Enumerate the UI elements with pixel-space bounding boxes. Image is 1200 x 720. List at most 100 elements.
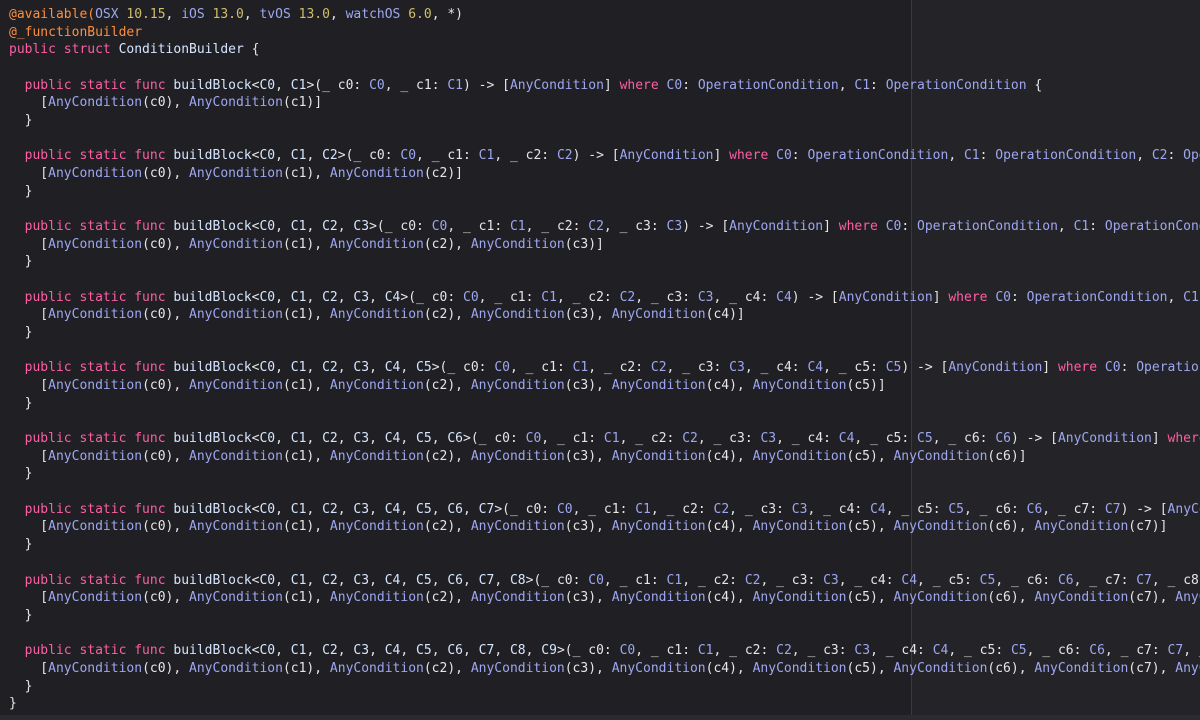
code-token-decl: buildBlock	[173, 501, 252, 517]
code-token-plain: (c1),	[282, 378, 330, 394]
code-line[interactable]: }	[9, 536, 1200, 554]
code-token-type: C0	[666, 77, 683, 93]
code-token-type: AnyCondition	[893, 660, 988, 676]
code-editor[interactable]: @available(OSX 10.15, iOS 13.0, tvOS 13.…	[0, 0, 1200, 720]
code-line[interactable]: public static func buildBlock<C0, C1>(_ …	[9, 77, 1200, 95]
code-token-type: AnyCondition	[893, 590, 988, 606]
source-code[interactable]: @available(OSX 10.15, iOS 13.0, tvOS 13.…	[9, 6, 1200, 713]
code-token-type: AnyCondition	[509, 77, 604, 93]
code-line[interactable]: public struct ConditionBuilder {	[9, 41, 1200, 59]
code-token-plain: ,	[431, 572, 448, 588]
code-token-decl: C3	[353, 643, 370, 659]
code-line[interactable]	[9, 200, 1200, 218]
code-token-type: C2	[1151, 148, 1168, 164]
code-line[interactable]: }	[9, 183, 1200, 201]
code-line[interactable]: public static func buildBlock<C0, C1, C2…	[9, 572, 1200, 590]
code-line[interactable]: public static func buildBlock<C0, C1, C2…	[9, 147, 1200, 165]
code-token-plain: [	[9, 236, 49, 252]
code-line[interactable]: public static func buildBlock<C0, C1, C2…	[9, 501, 1200, 519]
code-token-plain: ,	[463, 643, 479, 659]
code-token-decl: C5	[416, 501, 432, 517]
code-line[interactable]: }	[9, 678, 1200, 696]
code-line[interactable]: }	[9, 324, 1200, 342]
code-line[interactable]: [AnyCondition(c0), AnyCondition(c1), Any…	[9, 660, 1200, 678]
code-token-plain: ,	[275, 77, 291, 93]
code-token-plain: {	[1026, 77, 1043, 93]
code-token-plain: , _ c1:	[541, 431, 604, 447]
code-token-decl: ConditionBuilder	[118, 42, 244, 58]
code-line[interactable]	[9, 59, 1200, 77]
code-line[interactable]	[9, 625, 1200, 643]
code-line[interactable]: public static func buildBlock<C0, C1, C2…	[9, 289, 1200, 307]
code-token-decl: C3	[353, 360, 370, 376]
code-token-plain: (c3)]	[564, 236, 604, 252]
code-token-type: C0	[463, 289, 479, 305]
code-token-plain: , _ c2:	[525, 219, 589, 235]
code-line[interactable]: public static func buildBlock<C0, C1, C2…	[9, 218, 1200, 236]
code-line[interactable]	[9, 130, 1200, 148]
code-line[interactable]: @available(OSX 10.15, iOS 13.0, tvOS 13.…	[9, 6, 1200, 24]
code-line[interactable]	[9, 412, 1200, 430]
code-token-plain: ) -> [	[682, 219, 730, 235]
code-line[interactable]: [AnyCondition(c0), AnyCondition(c1), Any…	[9, 306, 1200, 324]
code-line[interactable]: [AnyCondition(c0), AnyCondition(c1)]	[9, 94, 1200, 112]
code-token-decl: C0	[259, 219, 276, 235]
code-line[interactable]: }	[9, 112, 1200, 130]
code-token-type: AnyCondition	[611, 660, 706, 676]
code-line[interactable]: public static func buildBlock<C0, C1, C2…	[9, 642, 1200, 660]
code-token-type: AnyCondition	[470, 378, 565, 394]
code-token-plain: (c5),	[846, 660, 894, 676]
code-token-plain: [	[9, 448, 49, 464]
code-token-plain: , _ c2:	[494, 148, 557, 164]
code-token-plain: (c1),	[282, 519, 330, 535]
code-token-type: AnyCondition	[48, 519, 143, 535]
code-token-plain: ,	[431, 643, 448, 659]
code-token-plain: , _ c5:	[948, 643, 1011, 659]
code-token-decl: C0	[259, 643, 276, 659]
code-token-type: OperationCondition	[917, 219, 1058, 235]
code-token-plain: , _ c7:	[1042, 501, 1105, 517]
code-line[interactable]: }	[9, 465, 1200, 483]
code-token-type: C1	[603, 431, 620, 447]
code-line[interactable]: [AnyCondition(c0), AnyCondition(c1), Any…	[9, 165, 1200, 183]
code-line[interactable]: @_functionBuilder	[9, 24, 1200, 42]
code-line[interactable]	[9, 554, 1200, 572]
code-token-type: C0	[885, 219, 902, 235]
code-token-type: C0	[1104, 360, 1121, 376]
code-token-plain: ,	[400, 643, 417, 659]
code-line[interactable]: [AnyCondition(c0), AnyCondition(c1), Any…	[9, 448, 1200, 466]
code-token-plain: (c5),	[846, 519, 894, 535]
code-token-plain: }	[9, 678, 33, 694]
code-line[interactable]: }	[9, 695, 1200, 713]
code-token-plain: , _ c5:	[885, 501, 949, 517]
code-token-type: AnyCondition	[189, 590, 283, 606]
code-line[interactable]: [AnyCondition(c0), AnyCondition(c1), Any…	[9, 377, 1200, 395]
code-token-plain: ,	[369, 572, 385, 588]
code-line[interactable]	[9, 342, 1200, 360]
code-line[interactable]: }	[9, 607, 1200, 625]
code-token-plain: ) -> [	[791, 289, 839, 305]
code-line[interactable]: public static func buildBlock<C0, C1, C2…	[9, 430, 1200, 448]
code-token-type: AnyCondition	[48, 590, 143, 606]
code-token-decl: buildBlock	[173, 572, 252, 588]
code-token-type: Operatio	[1183, 148, 1200, 164]
code-line[interactable]: public static func buildBlock<C0, C1, C2…	[9, 359, 1200, 377]
code-token-type: C1	[509, 219, 526, 235]
horizontal-scrollbar[interactable]	[0, 715, 1200, 720]
code-token-plain: ,	[463, 572, 479, 588]
code-line[interactable]: }	[9, 395, 1200, 413]
code-token-type: C6	[1057, 572, 1074, 588]
code-line[interactable]	[9, 483, 1200, 501]
code-line[interactable]: }	[9, 253, 1200, 271]
code-line[interactable]: [AnyCondition(c0), AnyCondition(c1), Any…	[9, 518, 1200, 536]
code-line[interactable]: [AnyCondition(c0), AnyCondition(c1), Any…	[9, 589, 1200, 607]
code-token-plain: ,	[337, 501, 354, 517]
code-token-decl: C6	[447, 572, 464, 588]
code-token-type: AnyCondition	[48, 166, 143, 182]
code-token-type: OperationConditio	[1104, 219, 1200, 235]
code-line[interactable]: [AnyCondition(c0), AnyCondition(c1), Any…	[9, 236, 1200, 254]
code-token-type: OperationCondition	[995, 148, 1137, 164]
code-line[interactable]	[9, 271, 1200, 289]
code-token-plain: , _ c2:	[619, 431, 683, 447]
code-token-plain: , _ c1:	[635, 643, 698, 659]
